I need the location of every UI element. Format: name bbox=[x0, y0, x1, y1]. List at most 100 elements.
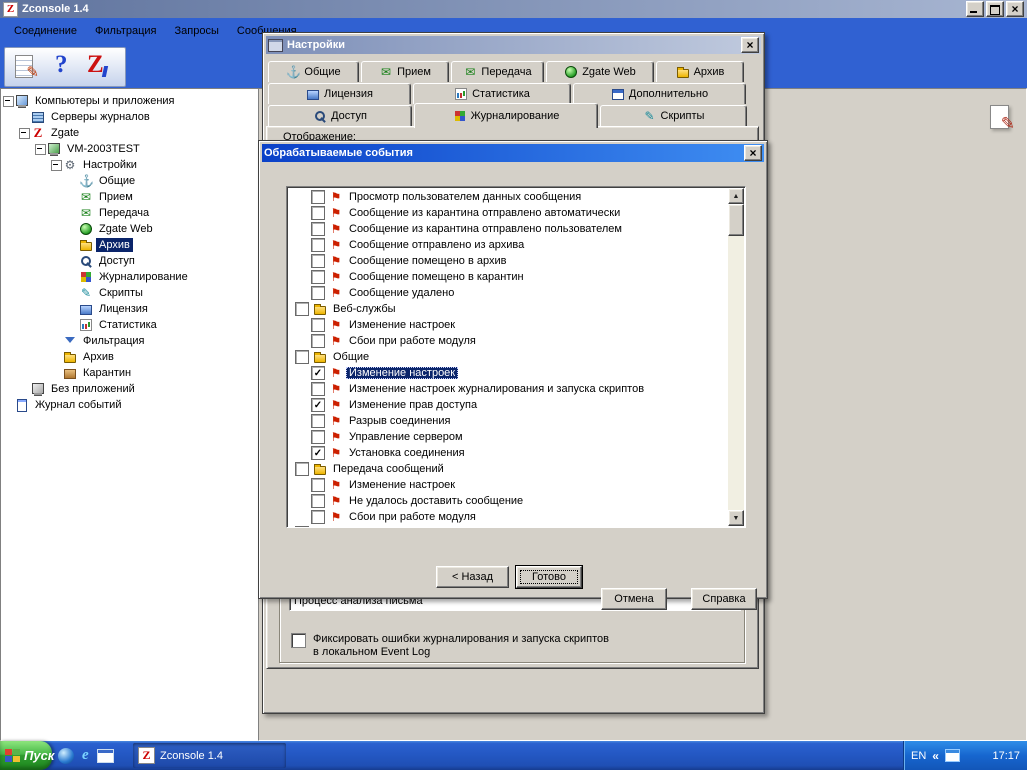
help-button[interactable]: Справка bbox=[691, 588, 757, 610]
event-item-label[interactable]: Установка соединения bbox=[346, 447, 468, 459]
expand-toggle-icon[interactable] bbox=[19, 125, 30, 141]
scrollbar-thumb[interactable] bbox=[728, 204, 744, 236]
network-status-icon[interactable] bbox=[944, 749, 960, 762]
settings-dialog-titlebar[interactable]: Настройки bbox=[266, 36, 761, 54]
event-checkbox[interactable] bbox=[311, 206, 325, 220]
show-desktop-icon[interactable] bbox=[96, 748, 114, 763]
note-edit-icon[interactable] bbox=[988, 104, 1015, 134]
event-item[interactable]: Изменение настроек bbox=[287, 317, 728, 333]
event-item-label[interactable]: Сбои при работе модуля bbox=[346, 511, 479, 523]
event-item-label[interactable]: Изменение настроек bbox=[346, 319, 458, 331]
tree-item[interactable]: Zgate bbox=[1, 125, 259, 141]
tab-license[interactable]: Лицензия bbox=[268, 83, 411, 104]
tree-item[interactable]: Карантин bbox=[1, 365, 259, 381]
event-checkbox[interactable] bbox=[311, 254, 325, 268]
event-item[interactable]: Изменение прав доступа bbox=[287, 397, 728, 413]
expand-toggle-icon[interactable] bbox=[51, 157, 62, 173]
eventlog-checkbox[interactable] bbox=[291, 633, 306, 648]
event-item-label[interactable]: Передача сообщений bbox=[330, 463, 447, 475]
start-button[interactable]: Пуск bbox=[0, 741, 54, 770]
tree-item[interactable]: Передача bbox=[1, 205, 259, 221]
finish-button[interactable]: Готово bbox=[516, 566, 582, 588]
event-item[interactable]: Изменение настроек журналирования и запу… bbox=[287, 381, 728, 397]
event-checkbox[interactable] bbox=[311, 430, 325, 444]
event-checkbox[interactable] bbox=[311, 398, 325, 412]
close-button[interactable] bbox=[1006, 1, 1024, 17]
event-item-label[interactable]: Изменение настроек bbox=[346, 479, 458, 491]
cancel-button[interactable]: Отмена bbox=[601, 588, 667, 610]
event-checkbox[interactable] bbox=[311, 334, 325, 348]
event-checkbox[interactable] bbox=[295, 350, 309, 364]
event-checkbox[interactable] bbox=[311, 478, 325, 492]
tree-item[interactable]: Доступ bbox=[1, 253, 259, 269]
event-item[interactable]: Не удалось доставить сообщение bbox=[287, 493, 728, 509]
event-item-label[interactable]: Сообщение помещено в архив bbox=[346, 255, 509, 267]
tree-item[interactable]: Компьютеры и приложения bbox=[1, 93, 259, 109]
event-checkbox[interactable] bbox=[295, 526, 309, 527]
event-item[interactable]: Сообщение отправлено из архива bbox=[287, 237, 728, 253]
event-item[interactable]: Сообщение помещено в архив bbox=[287, 253, 728, 269]
event-item-label[interactable]: Сбои при работе модуля bbox=[346, 335, 479, 347]
event-item[interactable]: Установка соединения bbox=[287, 445, 728, 461]
tree-item[interactable]: Zgate Web bbox=[1, 221, 259, 237]
event-item-label[interactable]: Сообщение из карантина отправлено пользо… bbox=[346, 223, 625, 235]
event-checkbox[interactable] bbox=[311, 414, 325, 428]
help-toolbar-button[interactable] bbox=[43, 51, 79, 83]
maximize-button[interactable] bbox=[986, 1, 1004, 17]
events-close-button[interactable] bbox=[744, 145, 762, 161]
window-titlebar[interactable]: Zconsole 1.4 bbox=[0, 0, 1027, 18]
event-checkbox[interactable] bbox=[311, 238, 325, 252]
minimize-button[interactable] bbox=[966, 1, 984, 17]
tab-archive[interactable]: Архив bbox=[656, 61, 744, 82]
tab-statistics[interactable]: Статистика bbox=[413, 83, 571, 104]
tab-journaling[interactable]: Журналирование bbox=[414, 103, 598, 128]
event-item[interactable] bbox=[287, 525, 728, 527]
events-dialog-titlebar[interactable]: Обрабатываемые события bbox=[262, 144, 764, 162]
event-checkbox[interactable] bbox=[311, 222, 325, 236]
tab-general[interactable]: Общие bbox=[268, 61, 359, 82]
event-checkbox[interactable] bbox=[311, 446, 325, 460]
tab-scripts[interactable]: Скрипты bbox=[600, 105, 747, 126]
event-item-label[interactable]: Сообщение из карантина отправлено автома… bbox=[346, 207, 623, 219]
compose-toolbar-button[interactable] bbox=[7, 51, 43, 83]
tree-item[interactable]: Лицензия bbox=[1, 301, 259, 317]
scroll-up-icon[interactable]: ▲ bbox=[728, 188, 744, 204]
scrollbar-track[interactable] bbox=[728, 204, 744, 510]
expand-toggle-icon[interactable] bbox=[35, 141, 46, 157]
menu-filtering[interactable]: Фильтрация bbox=[87, 22, 164, 40]
event-checkbox[interactable] bbox=[295, 462, 309, 476]
tree-item[interactable]: Архив bbox=[1, 237, 259, 253]
media-player-icon[interactable] bbox=[58, 747, 74, 764]
event-item-label[interactable]: Сообщение удалено bbox=[346, 287, 457, 299]
event-checkbox[interactable] bbox=[311, 318, 325, 332]
collapse-chevron-icon[interactable]: « bbox=[932, 749, 939, 763]
tree-item[interactable]: Фильтрация bbox=[1, 333, 259, 349]
zconsole-task-button[interactable]: Zconsole 1.4 bbox=[133, 743, 286, 768]
event-item[interactable]: Изменение настроек bbox=[287, 365, 728, 381]
event-item-label[interactable]: Сообщение отправлено из архива bbox=[346, 239, 527, 251]
event-item-label[interactable]: Веб-службы bbox=[330, 303, 399, 315]
expand-toggle-icon[interactable] bbox=[3, 93, 14, 109]
event-item[interactable]: Разрыв соединения bbox=[287, 413, 728, 429]
tab-advanced[interactable]: Дополнительно bbox=[573, 83, 746, 104]
event-checkbox[interactable] bbox=[311, 494, 325, 508]
event-item[interactable]: Сообщение удалено bbox=[287, 285, 728, 301]
event-checkbox[interactable] bbox=[311, 270, 325, 284]
internet-explorer-icon[interactable]: e bbox=[82, 747, 89, 764]
event-item[interactable]: Веб-службы bbox=[287, 301, 728, 317]
event-item[interactable]: Общие bbox=[287, 349, 728, 365]
event-item[interactable]: Сбои при работе модуля bbox=[287, 333, 728, 349]
event-checkbox[interactable] bbox=[311, 382, 325, 396]
event-item[interactable]: Передача сообщений bbox=[287, 461, 728, 477]
event-item[interactable]: Изменение настроек bbox=[287, 477, 728, 493]
event-item-label[interactable]: Общие bbox=[330, 351, 372, 363]
event-item-label[interactable]: Не удалось доставить сообщение bbox=[346, 495, 526, 507]
event-checkbox[interactable] bbox=[311, 190, 325, 204]
tab-send[interactable]: Передача bbox=[451, 61, 544, 82]
tree-item[interactable]: Скрипты bbox=[1, 285, 259, 301]
tree-item[interactable]: Архив bbox=[1, 349, 259, 365]
event-item[interactable]: Сообщение помещено в карантин bbox=[287, 269, 728, 285]
event-item[interactable]: Сбои при работе модуля bbox=[287, 509, 728, 525]
tree-item[interactable]: Прием bbox=[1, 189, 259, 205]
tree-item[interactable]: Журнал событий bbox=[1, 397, 259, 413]
